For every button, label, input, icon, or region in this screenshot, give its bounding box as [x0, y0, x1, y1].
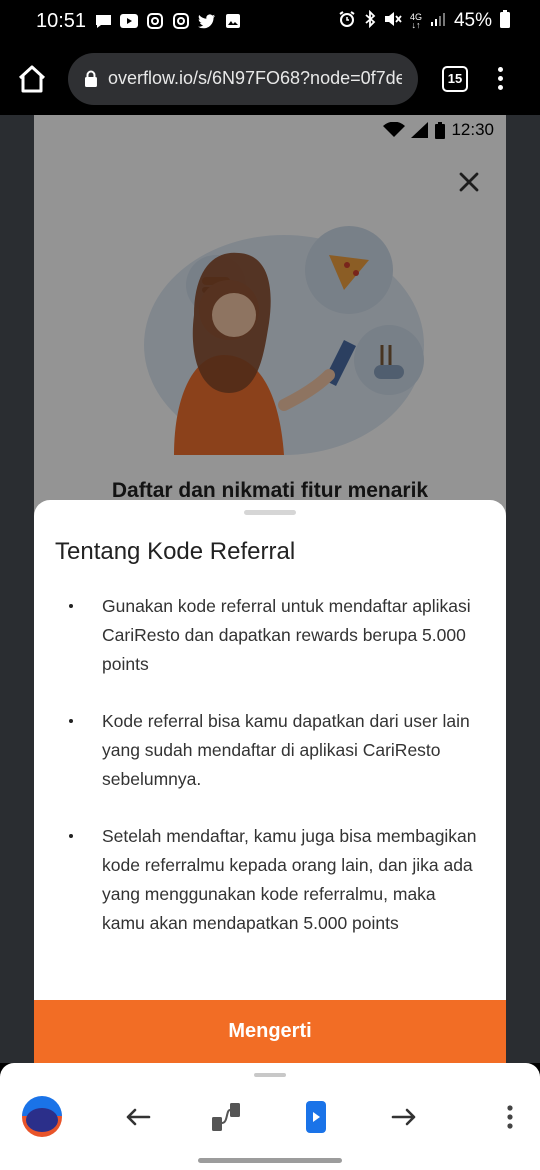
lock-icon [84, 70, 97, 87]
menu-dot [498, 85, 503, 90]
more-options-button[interactable] [490, 1095, 530, 1139]
referral-info-list: Gunakan kode referral untuk mendaftar ap… [34, 592, 506, 966]
chat-icon [94, 13, 112, 29]
gesture-navigation-bar[interactable] [198, 1158, 342, 1163]
back-arrow-icon [126, 1108, 151, 1126]
bluetooth-icon [364, 9, 376, 33]
bullet [69, 834, 73, 838]
list-item: Gunakan kode referral untuk mendaftar ap… [34, 592, 506, 679]
forward-button[interactable] [384, 1095, 424, 1139]
instagram-icon [172, 13, 190, 29]
4g-icon: 4G ↓↑ [409, 12, 422, 30]
extension-logo-icon [22, 1096, 62, 1137]
flow-nodes-icon [212, 1103, 240, 1131]
list-item-text: Setelah mendaftar, kamu juga bisa membag… [102, 826, 477, 933]
home-icon [18, 65, 46, 92]
mute-icon [384, 11, 402, 32]
referral-info-sheet: Tentang Kode Referral Gunakan kode refer… [34, 500, 506, 1063]
notification-icons [94, 13, 242, 29]
play-icon [306, 1101, 326, 1133]
youtube-icon [120, 13, 139, 29]
browser-bottom-toolbar [0, 1063, 540, 1170]
menu-dot [498, 67, 503, 72]
bullet [69, 604, 73, 608]
system-icons: 4G ↓↑ 45% [338, 9, 510, 33]
browser-menu-button[interactable] [498, 67, 503, 90]
menu-dot [498, 76, 503, 81]
battery-level: 45% [453, 10, 492, 31]
play-prototype-button[interactable] [296, 1095, 336, 1139]
extension-button[interactable] [20, 1095, 64, 1139]
address-bar[interactable]: overflow.io/s/6N97FO68?node=0f7deft [68, 52, 418, 105]
forward-arrow-icon [391, 1108, 416, 1126]
url-text: overflow.io/s/6N97FO68?node=0f7deft [107, 68, 402, 88]
status-time: 10:51 [36, 9, 87, 32]
browser-toolbar: overflow.io/s/6N97FO68?node=0f7deft 15 [0, 42, 540, 115]
list-item: Kode referral bisa kamu dapatkan dari us… [34, 707, 506, 794]
toolbar-drag-handle[interactable] [254, 1073, 286, 1077]
bullet [69, 719, 73, 723]
status-bar: 10:51 4G ↓↑ 45% [0, 0, 540, 42]
signal-icon [430, 12, 446, 31]
tab-switcher-button[interactable]: 15 [442, 65, 468, 92]
list-item-text: Kode referral bisa kamu dapatkan dari us… [102, 711, 470, 789]
more-vertical-icon [507, 1105, 513, 1129]
twitter-icon [198, 13, 216, 29]
sheet-drag-handle[interactable] [244, 510, 296, 515]
instagram-icon [146, 13, 164, 29]
list-item: Setelah mendaftar, kamu juga bisa membag… [34, 822, 506, 938]
gallery-icon [224, 13, 242, 29]
screen: 10:51 4G ↓↑ 45% overflow.io/s/6N97FO68?no… [0, 0, 540, 1170]
alarm-icon [338, 10, 356, 33]
flow-nodes-button[interactable] [206, 1095, 246, 1139]
list-item-text: Gunakan kode referral untuk mendaftar ap… [102, 596, 471, 674]
understand-button[interactable]: Mengerti [34, 1000, 506, 1063]
back-button[interactable] [118, 1095, 158, 1139]
home-button[interactable] [14, 61, 50, 97]
sheet-title: Tentang Kode Referral [55, 538, 296, 565]
toolbar-icons [0, 1095, 540, 1139]
battery-icon [500, 9, 510, 33]
